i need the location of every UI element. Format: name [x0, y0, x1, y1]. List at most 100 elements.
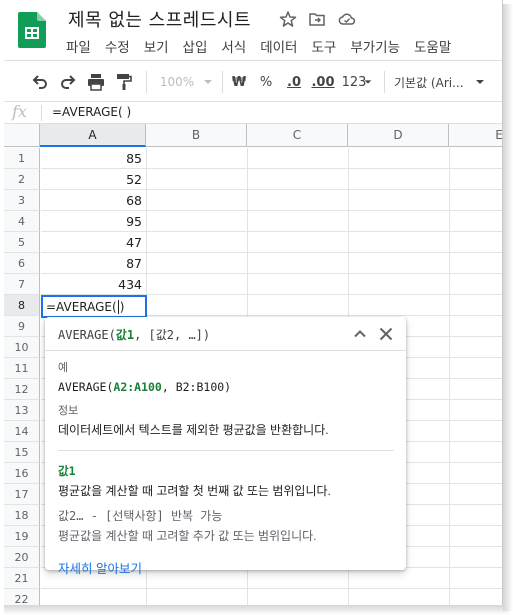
cell-b7[interactable] — [147, 274, 248, 295]
row-header-5[interactable]: 5 — [4, 232, 40, 253]
zoom-select[interactable]: 100% — [156, 71, 198, 93]
cell-e21[interactable] — [450, 568, 502, 589]
increase-decimal-button[interactable]: .00 — [310, 71, 336, 93]
close-icon[interactable] — [376, 324, 396, 344]
cell-b1[interactable] — [147, 148, 248, 169]
paint-format-icon[interactable] — [114, 71, 134, 93]
row-header-16[interactable]: 16 — [4, 463, 40, 484]
row-header-6[interactable]: 6 — [4, 253, 40, 274]
cell-e8[interactable] — [450, 295, 502, 316]
cell-d3[interactable] — [349, 190, 450, 211]
select-all-corner[interactable] — [4, 124, 40, 147]
undo-icon[interactable] — [30, 71, 50, 93]
cell-e17[interactable] — [450, 484, 502, 505]
cell-b8[interactable] — [147, 295, 248, 316]
row-header-15[interactable]: 15 — [4, 442, 40, 463]
menu-addons[interactable]: 부가기능 — [350, 36, 400, 56]
cell-d7[interactable] — [349, 274, 450, 295]
cell-e5[interactable] — [450, 232, 502, 253]
menu-file[interactable]: 파일 — [66, 36, 91, 56]
cell-a4[interactable]: 95 — [41, 211, 147, 232]
column-header-d[interactable]: D — [348, 124, 449, 147]
row-header-2[interactable]: 2 — [4, 169, 40, 190]
column-header-c[interactable]: C — [247, 124, 348, 147]
cell-e7[interactable] — [450, 274, 502, 295]
cell-b2[interactable] — [147, 169, 248, 190]
column-header-a[interactable]: A — [40, 124, 146, 147]
cell-e9[interactable] — [450, 316, 502, 337]
row-header-8[interactable]: 8 — [4, 295, 40, 316]
cell-e18[interactable] — [450, 505, 502, 526]
row-header-10[interactable]: 10 — [4, 337, 40, 358]
menu-edit[interactable]: 수정 — [105, 36, 130, 56]
collapse-icon[interactable] — [350, 324, 370, 344]
cloud-status-icon[interactable] — [338, 10, 356, 28]
cell-c5[interactable] — [248, 232, 349, 253]
more-formats-dropdown-icon[interactable] — [363, 71, 373, 93]
row-header-11[interactable]: 11 — [4, 358, 40, 379]
cell-d2[interactable] — [349, 169, 450, 190]
row-header-13[interactable]: 13 — [4, 400, 40, 421]
cell-c1[interactable] — [248, 148, 349, 169]
row-header-3[interactable]: 3 — [4, 190, 40, 211]
menu-data[interactable]: 데이터 — [260, 36, 297, 56]
cell-a6[interactable]: 87 — [41, 253, 147, 274]
cell-b3[interactable] — [147, 190, 248, 211]
cell-d8[interactable] — [349, 295, 450, 316]
row-header-1[interactable]: 1 — [4, 148, 40, 169]
redo-icon[interactable] — [58, 71, 78, 93]
decrease-decimal-button[interactable]: .0 — [283, 71, 305, 93]
cell-a1[interactable]: 85 — [41, 148, 147, 169]
row-header-9[interactable]: 9 — [4, 316, 40, 337]
row-header-12[interactable]: 12 — [4, 379, 40, 400]
cell-d6[interactable] — [349, 253, 450, 274]
row-header-18[interactable]: 18 — [4, 505, 40, 526]
learn-more-link[interactable]: 자세히 알아보기 — [58, 558, 394, 577]
cell-c2[interactable] — [248, 169, 349, 190]
menu-tools[interactable]: 도구 — [311, 36, 336, 56]
menu-insert[interactable]: 삽입 — [183, 36, 208, 56]
cell-b4[interactable] — [147, 211, 248, 232]
row-header-17[interactable]: 17 — [4, 484, 40, 505]
sheets-logo-icon[interactable] — [18, 12, 46, 48]
cell-c4[interactable] — [248, 211, 349, 232]
column-header-e[interactable]: E — [449, 124, 502, 147]
cell-d1[interactable] — [349, 148, 450, 169]
star-icon[interactable] — [279, 10, 297, 28]
cell-c8[interactable] — [248, 295, 349, 316]
print-icon[interactable] — [86, 71, 106, 93]
cell-c3[interactable] — [248, 190, 349, 211]
zoom-dropdown-icon[interactable] — [202, 71, 214, 93]
cell-e11[interactable] — [450, 358, 502, 379]
currency-format-button[interactable]: ₩ — [230, 71, 248, 93]
cell-b5[interactable] — [147, 232, 248, 253]
document-title[interactable]: 제목 없는 스프레드시트 — [68, 6, 251, 32]
percent-format-button[interactable]: % — [257, 71, 275, 93]
cell-a7[interactable]: 434 — [41, 274, 147, 295]
cell-e20[interactable] — [450, 547, 502, 568]
font-dropdown-icon[interactable] — [474, 71, 486, 93]
cell-e3[interactable] — [450, 190, 502, 211]
cell-c7[interactable] — [248, 274, 349, 295]
formula-input[interactable]: =AVERAGE( ) — [52, 105, 131, 119]
cell-e10[interactable] — [450, 337, 502, 358]
move-to-folder-icon[interactable] — [308, 10, 326, 28]
cell-e4[interactable] — [450, 211, 502, 232]
cell-a5[interactable]: 47 — [41, 232, 147, 253]
active-cell-a8[interactable]: =AVERAGE() — [41, 295, 147, 318]
cell-e14[interactable] — [450, 421, 502, 442]
cell-a2[interactable]: 52 — [41, 169, 147, 190]
cell-e13[interactable] — [450, 400, 502, 421]
row-header-20[interactable]: 20 — [4, 547, 40, 568]
row-header-19[interactable]: 19 — [4, 526, 40, 547]
cell-b6[interactable] — [147, 253, 248, 274]
column-header-b[interactable]: B — [146, 124, 247, 147]
cell-e6[interactable] — [450, 253, 502, 274]
row-header-14[interactable]: 14 — [4, 421, 40, 442]
cell-a3[interactable]: 68 — [41, 190, 147, 211]
menu-help[interactable]: 도움말 — [414, 36, 451, 56]
cell-c6[interactable] — [248, 253, 349, 274]
cell-e12[interactable] — [450, 379, 502, 400]
cell-d4[interactable] — [349, 211, 450, 232]
cell-e19[interactable] — [450, 526, 502, 547]
